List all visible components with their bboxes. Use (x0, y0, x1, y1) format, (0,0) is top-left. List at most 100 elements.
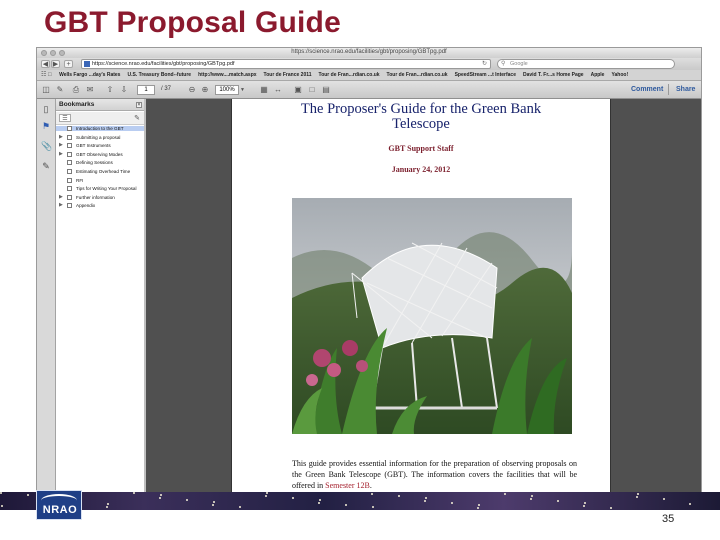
star-decoration (637, 493, 639, 495)
bookmark-page-icon (67, 177, 72, 183)
bookmark-item[interactable]: Estimating Overhead Time (56, 168, 144, 174)
two-page-icon[interactable]: ▤ (321, 85, 331, 94)
zoom-dropdown-icon[interactable]: ▼ (240, 85, 246, 95)
bookmark-label: Introduction to the GBT (76, 126, 124, 131)
bookmarks-bar-item[interactable]: http://www....match.aspx (198, 70, 256, 80)
page-total: / 37 (161, 86, 172, 92)
expand-arrow-icon[interactable]: ▶ (59, 194, 63, 200)
bookmark-item[interactable]: ▶ GBT Instruments (56, 142, 144, 149)
fit-width-icon[interactable]: ↔ (273, 85, 283, 94)
sidebar-panel-icon[interactable]: ◫ (41, 85, 51, 94)
bookmarks-bar-item[interactable]: Wells Fargo ...day's Rates (59, 70, 120, 80)
signature-icon[interactable]: ✎ (41, 161, 51, 171)
expand-arrow-icon[interactable]: ▶ (59, 134, 63, 140)
bookmark-label: GBT Instruments (76, 143, 111, 149)
new-bookmark-icon[interactable]: ✎ (134, 114, 140, 122)
close-icon[interactable]: × (136, 102, 142, 108)
star-decoration (477, 507, 479, 509)
bookmark-item[interactable]: Defining Sessions (56, 160, 144, 166)
bookmarks-bar-item[interactable]: U.S. Treasury Bond--future (127, 70, 191, 80)
bookmark-icon[interactable]: ⚑ (41, 121, 51, 131)
search-icon: ⚲ (501, 61, 506, 67)
pdf-toolbar: ◫ ✎ ⎙ ✉ ⇧ ⇩ 1 / 37 ⊖ ⊕ 100% ▼ ▦ ↔ ▣ □ ▤ … (37, 81, 701, 99)
create-icon[interactable]: ✎ (55, 85, 65, 94)
page-number-field[interactable]: 1 (137, 85, 155, 95)
options-dropdown-icon[interactable]: ☰ (59, 114, 71, 122)
zoom-field[interactable]: 100% (215, 85, 239, 95)
bookmark-item[interactable]: ▶ Submitting a proposal (56, 134, 144, 140)
bookmark-page-icon (67, 151, 72, 157)
bookmark-label: Defining Sessions (76, 160, 113, 166)
read-mode-icon[interactable]: ▣ (293, 85, 303, 94)
bookmarks-bar-item[interactable]: Apple (591, 70, 605, 80)
comment-button[interactable]: Comment (631, 85, 663, 94)
star-decoration (27, 494, 29, 496)
reload-icon[interactable]: ↻ (482, 60, 487, 69)
address-bar-row: ◀ ▶ + https://science.nrao.edu/facilitie… (37, 58, 701, 70)
next-page-icon[interactable]: ⇩ (119, 85, 129, 94)
star-decoration (133, 492, 135, 494)
star-decoration (107, 503, 109, 505)
search-input[interactable]: ⚲ Google (497, 59, 675, 69)
bookmarks-bar-item[interactable]: Yahoo! (611, 70, 628, 80)
paperclip-icon[interactable]: 📎 (41, 141, 52, 151)
bookmarks-bar-icons[interactable]: ☷ □ (41, 70, 52, 80)
bookmarks-bar-item[interactable]: SpeedStream ...t Interface (455, 70, 516, 80)
bookmarks-bar-item[interactable]: Tour de Fran...rdian.co.uk (319, 70, 380, 80)
share-button[interactable]: Share (676, 85, 695, 94)
star-decoration (372, 506, 374, 508)
bookmark-item[interactable]: Introduction to the GBT (56, 126, 144, 132)
bookmark-item[interactable]: RFI (56, 177, 144, 183)
zoom-out-icon[interactable]: ⊖ (187, 85, 197, 94)
sidebar-toggle-button[interactable]: + (64, 60, 73, 68)
star-decoration (186, 499, 188, 501)
star-decoration (319, 499, 321, 501)
document-author: GBT Support Staff (388, 144, 454, 153)
star-decoration (584, 502, 586, 504)
bookmarks-bar-item[interactable]: Tour de Fran...rdian.co.uk (387, 70, 448, 80)
url-field[interactable]: https://science.nrao.edu/facilities/gbt/… (81, 59, 491, 69)
document-abstract: This guide provides essential informatio… (292, 458, 577, 491)
bookmark-item[interactable]: Tips for Writing Your Proposal (56, 186, 144, 192)
forward-button[interactable]: ▶ (51, 60, 60, 68)
page-thumbnails-icon[interactable]: ▯ (41, 104, 51, 114)
bookmark-item[interactable]: ▶ Appendix (56, 202, 144, 209)
email-icon[interactable]: ✉ (85, 85, 95, 94)
star-decoration (212, 504, 214, 506)
star-decoration (689, 503, 691, 505)
star-decoration (318, 502, 320, 504)
expand-arrow-icon[interactable]: ▶ (59, 202, 63, 208)
star-decoration (583, 505, 585, 507)
bookmark-item[interactable]: ▶ GBT Observing Modes (56, 151, 144, 157)
star-decoration (425, 497, 427, 499)
abstract-semester-link[interactable]: Semester 12B (325, 481, 370, 490)
bookmark-item[interactable]: ▶ Further information (56, 194, 144, 200)
fit-page-icon[interactable]: ▦ (259, 85, 269, 94)
window-title: https://science.nrao.edu/facilities/gbt/… (291, 49, 447, 55)
bookmarks-list: Introduction to the GBT ▶ Submitting a pro… (56, 126, 144, 212)
bookmark-label: Submitting a proposal (76, 134, 121, 140)
expand-arrow-icon[interactable]: ▶ (59, 151, 63, 157)
star-decoration (451, 502, 453, 504)
back-button[interactable]: ◀ (41, 60, 50, 68)
star-decoration (531, 495, 533, 497)
pdf-viewport[interactable]: The Proposer's Guide for the Green Bank … (146, 99, 701, 493)
single-page-icon[interactable]: □ (307, 85, 317, 94)
bookmark-page-icon (67, 134, 72, 140)
previous-page-icon[interactable]: ⇧ (105, 85, 115, 94)
window-titlebar: https://science.nrao.edu/facilities/gbt/… (37, 48, 701, 58)
star-decoration (265, 495, 267, 497)
navigation-rail: ▯ ⚑ 📎 ✎ (37, 99, 56, 493)
star-decoration (0, 492, 2, 494)
expand-arrow-icon[interactable]: ▶ (59, 142, 63, 148)
print-icon[interactable]: ⎙ (71, 85, 81, 94)
zoom-in-icon[interactable]: ⊕ (200, 85, 210, 94)
bookmarks-bar-item[interactable]: Tour de France 2011 (264, 70, 312, 80)
bookmarks-bar-item[interactable]: David T. Fr...s Home Page (523, 70, 584, 80)
star-decoration (610, 507, 612, 509)
abstract-end: . (369, 481, 372, 490)
star-decoration (159, 497, 161, 499)
star-decoration (160, 494, 162, 496)
bookmarks-header-label: Bookmarks (59, 101, 95, 108)
star-decoration (213, 501, 215, 503)
